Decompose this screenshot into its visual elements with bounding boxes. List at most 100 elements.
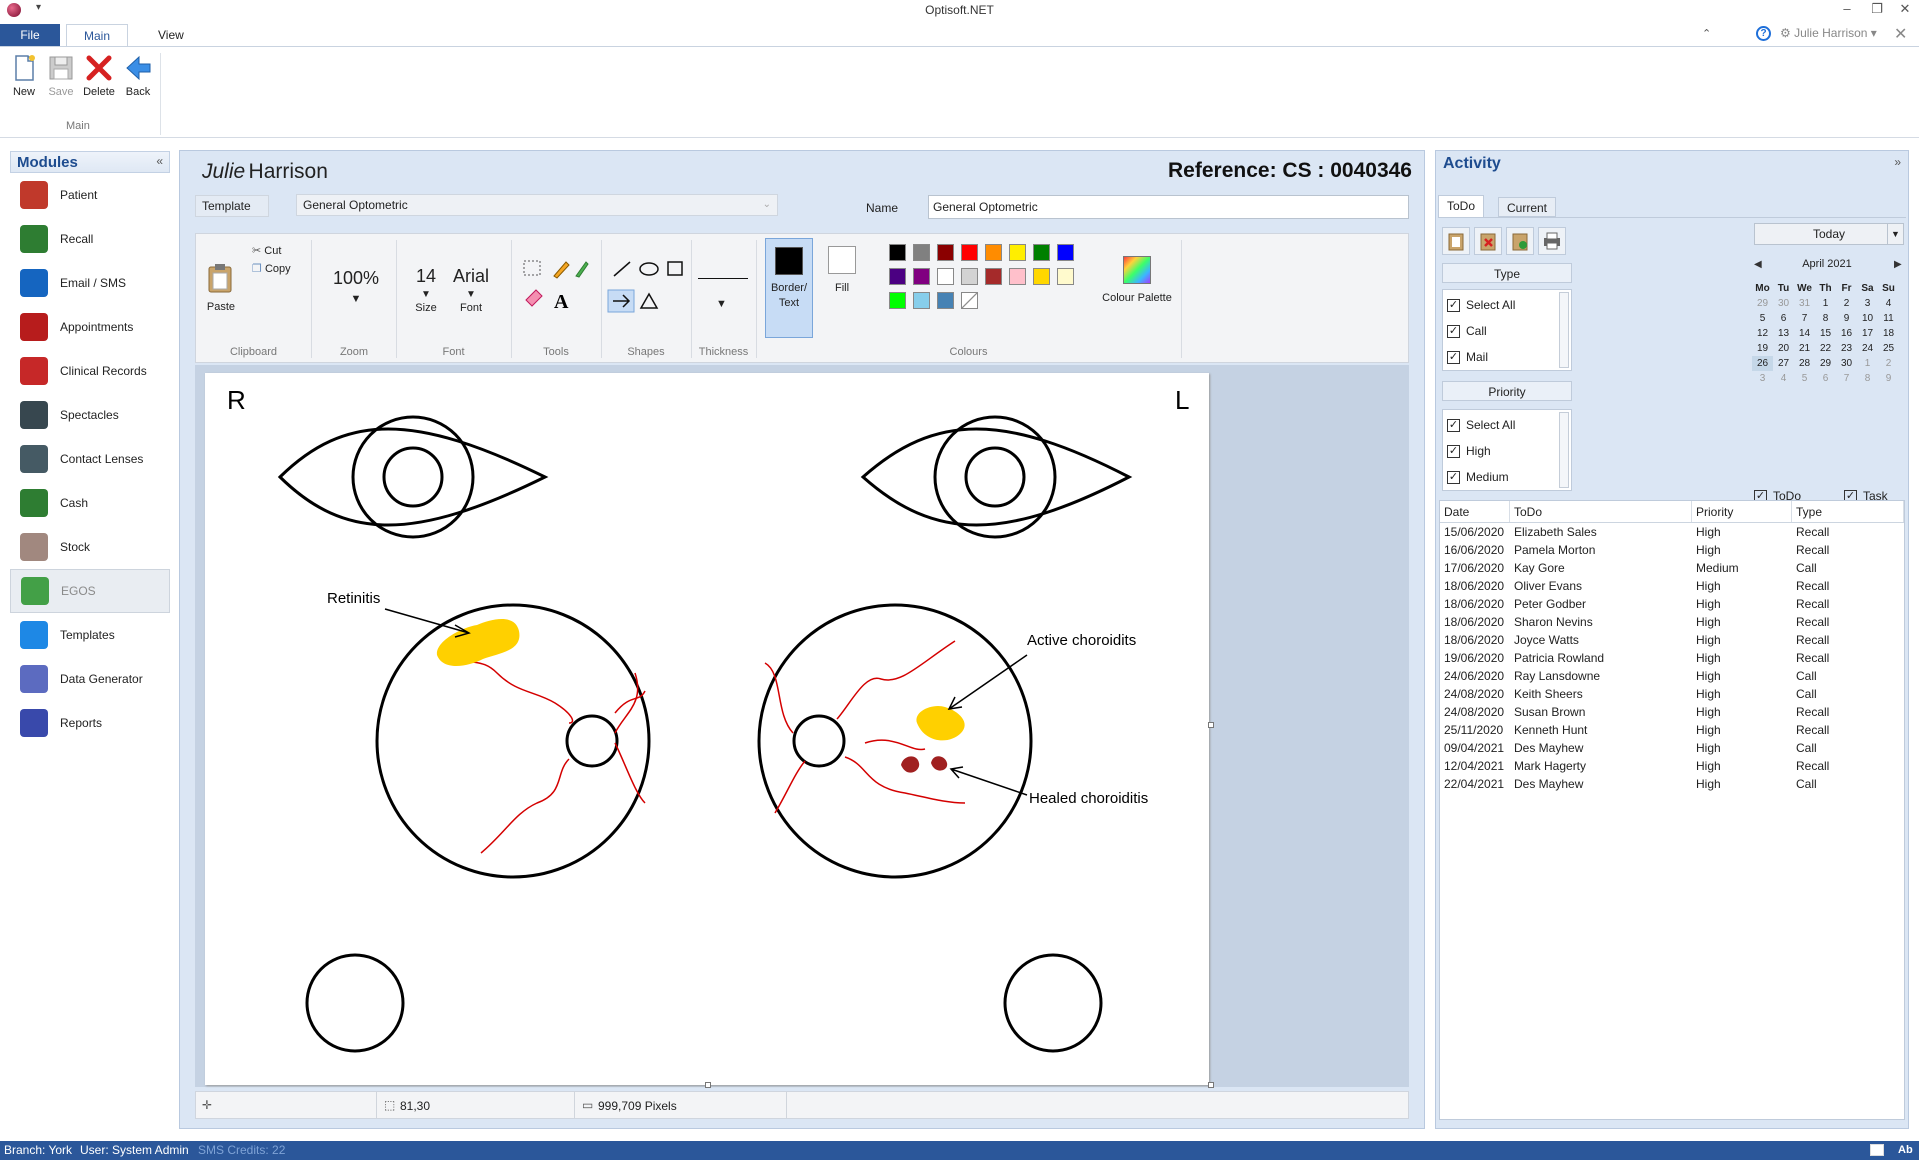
- type-filter-item[interactable]: ✓ Select All: [1447, 292, 1567, 318]
- save-button[interactable]: Save: [43, 53, 79, 98]
- calendar-day[interactable]: 16: [1836, 326, 1857, 341]
- calendar-day[interactable]: 17: [1857, 326, 1878, 341]
- column-header-todo[interactable]: ToDo: [1510, 501, 1692, 522]
- module-recall[interactable]: Recall: [10, 217, 170, 261]
- calendar-day[interactable]: 10: [1857, 311, 1878, 326]
- template-button[interactable]: Template: [195, 195, 269, 217]
- calendar-day[interactable]: 7: [1836, 371, 1857, 386]
- calendar-day[interactable]: 27: [1773, 356, 1794, 371]
- calendar-day[interactable]: 30: [1836, 356, 1857, 371]
- template-select[interactable]: General Optometric ⌄: [296, 194, 778, 216]
- resize-handle-bottom[interactable]: [705, 1082, 711, 1088]
- table-row[interactable]: 25/11/2020 Kenneth Hunt High Recall: [1440, 721, 1904, 739]
- calendar-day[interactable]: 4: [1878, 296, 1899, 311]
- calendar-day[interactable]: 22: [1815, 341, 1836, 356]
- table-row[interactable]: 15/06/2020 Elizabeth Sales High Recall: [1440, 523, 1904, 541]
- calendar-day[interactable]: 29: [1815, 356, 1836, 371]
- close-button[interactable]: ✕: [1892, 1, 1918, 17]
- calendar-day[interactable]: 3: [1752, 371, 1773, 386]
- priority-filter-item[interactable]: ✓ High: [1447, 438, 1567, 464]
- table-row[interactable]: 22/04/2021 Des Mayhew High Call: [1440, 775, 1904, 793]
- priority-filter-item[interactable]: ✓ Select All: [1447, 412, 1567, 438]
- calendar-day[interactable]: 13: [1773, 326, 1794, 341]
- tab-current[interactable]: Current: [1498, 197, 1557, 217]
- colour-swatch[interactable]: [985, 244, 1002, 261]
- delete-button[interactable]: Delete: [81, 53, 117, 98]
- add-todo-icon[interactable]: [1442, 227, 1470, 255]
- collapse-activity-icon[interactable]: »: [1894, 155, 1901, 169]
- colour-swatch[interactable]: [961, 244, 978, 261]
- calendar-day[interactable]: 9: [1836, 311, 1857, 326]
- table-row[interactable]: 16/06/2020 Pamela Morton High Recall: [1440, 541, 1904, 559]
- priority-filter-item[interactable]: ✓ Medium: [1447, 464, 1567, 490]
- cut-button[interactable]: ✂ Cut: [252, 244, 281, 257]
- type-filter-item[interactable]: ✓ Mail: [1447, 344, 1567, 370]
- border-text-color-button[interactable]: Border/ Text: [765, 238, 813, 338]
- colour-swatch[interactable]: [889, 292, 906, 309]
- layout-icon[interactable]: [1870, 1144, 1884, 1156]
- calendar-day[interactable]: 21: [1794, 341, 1815, 356]
- prev-month-icon[interactable]: ◀: [1754, 259, 1762, 270]
- no-colour-swatch[interactable]: [961, 292, 978, 309]
- colour-swatch[interactable]: [937, 244, 954, 261]
- colour-swatch[interactable]: [913, 244, 930, 261]
- calendar-day[interactable]: 31: [1794, 296, 1815, 311]
- colour-swatch[interactable]: [937, 268, 954, 285]
- calendar-day[interactable]: 14: [1794, 326, 1815, 341]
- table-row[interactable]: 18/06/2020 Oliver Evans High Recall: [1440, 577, 1904, 595]
- calendar-day[interactable]: 1: [1815, 296, 1836, 311]
- keyboard-icon[interactable]: Ab: [1898, 1141, 1913, 1160]
- table-row[interactable]: 18/06/2020 Joyce Watts High Recall: [1440, 631, 1904, 649]
- calendar-day[interactable]: 8: [1857, 371, 1878, 386]
- collapse-modules-icon[interactable]: «: [156, 154, 163, 168]
- paste-button[interactable]: Paste: [206, 262, 236, 313]
- module-email-sms[interactable]: Email / SMS: [10, 261, 170, 305]
- delete-todo-icon[interactable]: [1474, 227, 1502, 255]
- calendar-day[interactable]: 2: [1836, 296, 1857, 311]
- name-input[interactable]: General Optometric: [928, 195, 1409, 219]
- table-row[interactable]: 18/06/2020 Sharon Nevins High Recall: [1440, 613, 1904, 631]
- module-contact-lenses[interactable]: Contact Lenses: [10, 437, 170, 481]
- module-spectacles[interactable]: Spectacles: [10, 393, 170, 437]
- colour-palette-button[interactable]: Colour Palette: [1101, 256, 1173, 304]
- calendar-day[interactable]: 6: [1773, 311, 1794, 326]
- colour-swatch[interactable]: [913, 292, 930, 309]
- column-header-type[interactable]: Type: [1792, 501, 1904, 522]
- fill-color-button[interactable]: Fill: [822, 246, 862, 294]
- calendar-day[interactable]: 28: [1794, 356, 1815, 371]
- calendar-day[interactable]: 20: [1773, 341, 1794, 356]
- colour-swatch[interactable]: [913, 268, 930, 285]
- drawing-canvas[interactable]: R L Retinitis Active choroidits Healed c…: [205, 373, 1209, 1085]
- calendar-day[interactable]: 19: [1752, 341, 1773, 356]
- zoom-control[interactable]: 100% ▼: [326, 268, 386, 305]
- resize-handle-right[interactable]: [1208, 722, 1214, 728]
- calendar-day[interactable]: 25: [1878, 341, 1899, 356]
- tab-view[interactable]: View: [144, 24, 192, 46]
- print-icon[interactable]: [1538, 227, 1566, 255]
- complete-todo-icon[interactable]: [1506, 227, 1534, 255]
- table-row[interactable]: 24/08/2020 Keith Sheers High Call: [1440, 685, 1904, 703]
- font-size-control[interactable]: 14 ▼ Size: [406, 266, 446, 314]
- copy-button[interactable]: ❐ Copy: [252, 262, 291, 275]
- colour-swatch[interactable]: [961, 268, 978, 285]
- calendar-day[interactable]: 8: [1815, 311, 1836, 326]
- colour-swatch[interactable]: [889, 268, 906, 285]
- colour-swatch[interactable]: [985, 268, 1002, 285]
- today-button[interactable]: Today ▼: [1754, 223, 1904, 245]
- calendar-day[interactable]: 9: [1878, 371, 1899, 386]
- module-reports[interactable]: Reports: [10, 701, 170, 745]
- colour-swatch[interactable]: [1033, 268, 1050, 285]
- tab-file[interactable]: File: [0, 24, 60, 46]
- calendar-day[interactable]: 3: [1857, 296, 1878, 311]
- module-clinical-records[interactable]: Clinical Records: [10, 349, 170, 393]
- table-row[interactable]: 18/06/2020 Peter Godber High Recall: [1440, 595, 1904, 613]
- colour-swatch[interactable]: [1009, 244, 1026, 261]
- next-month-icon[interactable]: ▶: [1894, 259, 1902, 270]
- user-menu[interactable]: ⚙ Julie Harrison ▾: [1780, 26, 1877, 40]
- module-patient[interactable]: Patient: [10, 173, 170, 217]
- help-icon[interactable]: ?: [1756, 26, 1771, 41]
- back-button[interactable]: Back: [120, 53, 156, 98]
- module-appointments[interactable]: Appointments: [10, 305, 170, 349]
- tab-todo[interactable]: ToDo: [1438, 195, 1485, 217]
- restore-button[interactable]: ❐: [1864, 1, 1890, 17]
